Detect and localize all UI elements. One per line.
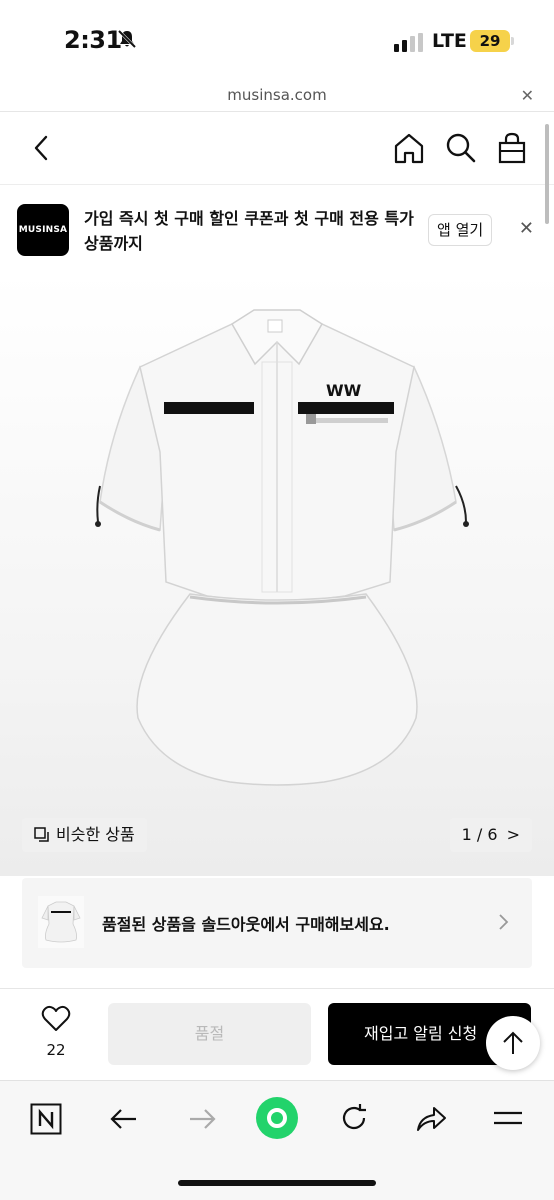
- battery-tip: [511, 37, 514, 45]
- similar-products-button[interactable]: 비슷한 상품: [22, 818, 147, 852]
- battery-icon: 29: [470, 30, 510, 52]
- bell-off-icon: [117, 29, 137, 49]
- similar-icon: [34, 827, 49, 842]
- heart-icon: [41, 1005, 71, 1031]
- image-pager[interactable]: 1 / 6 >: [449, 818, 532, 852]
- arrow-up-icon: [503, 1031, 523, 1054]
- similar-products-label: 비슷한 상품: [56, 825, 135, 844]
- scroll-top-button[interactable]: [486, 1016, 540, 1070]
- arrow-right-icon[interactable]: [186, 1103, 218, 1135]
- close-icon[interactable]: ✕: [519, 218, 534, 239]
- chevron-right-icon: >: [506, 825, 520, 844]
- search-icon[interactable]: [444, 131, 478, 165]
- menu-icon[interactable]: [492, 1107, 524, 1131]
- green-dot-icon[interactable]: [254, 1095, 300, 1141]
- naver-n-icon[interactable]: [30, 1103, 62, 1135]
- musinsa-logo: MUSINSA: [17, 204, 69, 256]
- share-icon[interactable]: [414, 1103, 448, 1135]
- back-icon[interactable]: [28, 131, 54, 165]
- purchase-bar: 22 품절 재입고 알림 신청: [0, 988, 554, 1080]
- home-icon[interactable]: [392, 131, 426, 165]
- image-pager-count: 1 / 6: [461, 825, 498, 844]
- home-indicator: [178, 1180, 376, 1186]
- scrollbar[interactable]: [545, 124, 549, 224]
- url-text[interactable]: musinsa.com: [0, 86, 554, 104]
- url-bar[interactable]: musinsa.com ✕: [0, 78, 554, 112]
- shirt-image: WW: [95, 309, 469, 786]
- svg-text:WW: WW: [326, 381, 362, 400]
- product-image[interactable]: WW 비슷한 상품 1 / 6 >: [0, 272, 554, 876]
- soldout-banner[interactable]: 품절된 상품을 솔드아웃에서 구매해보세요.: [22, 878, 532, 968]
- site-header: [0, 113, 554, 185]
- promo-text: 가입 즉시 첫 구매 할인 쿠폰과 첫 구매 전용 특가 상품까지: [84, 209, 414, 253]
- status-bar: 2:31 LTE 29: [0, 0, 554, 78]
- soldout-text: 품절된 상품을 솔드아웃에서 구매해보세요.: [102, 915, 390, 934]
- close-icon[interactable]: ✕: [521, 86, 534, 105]
- app-promo-banner: MUSINSA 가입 즉시 첫 구매 할인 쿠폰과 첫 구매 전용 특가 상품까…: [0, 186, 554, 272]
- refresh-icon[interactable]: [338, 1102, 370, 1134]
- bag-icon[interactable]: [496, 131, 528, 165]
- open-app-button[interactable]: 앱 열기: [428, 214, 493, 246]
- status-time: 2:31: [64, 26, 122, 54]
- network-label: LTE: [432, 30, 467, 52]
- like-button[interactable]: 22: [36, 1005, 76, 1059]
- arrow-left-icon[interactable]: [108, 1103, 140, 1135]
- chevron-right-icon: [499, 914, 509, 930]
- like-count: 22: [46, 1041, 66, 1059]
- product-thumbnail: [38, 896, 84, 948]
- signal-icon: [394, 33, 423, 52]
- soldout-button: 품절: [108, 1003, 311, 1065]
